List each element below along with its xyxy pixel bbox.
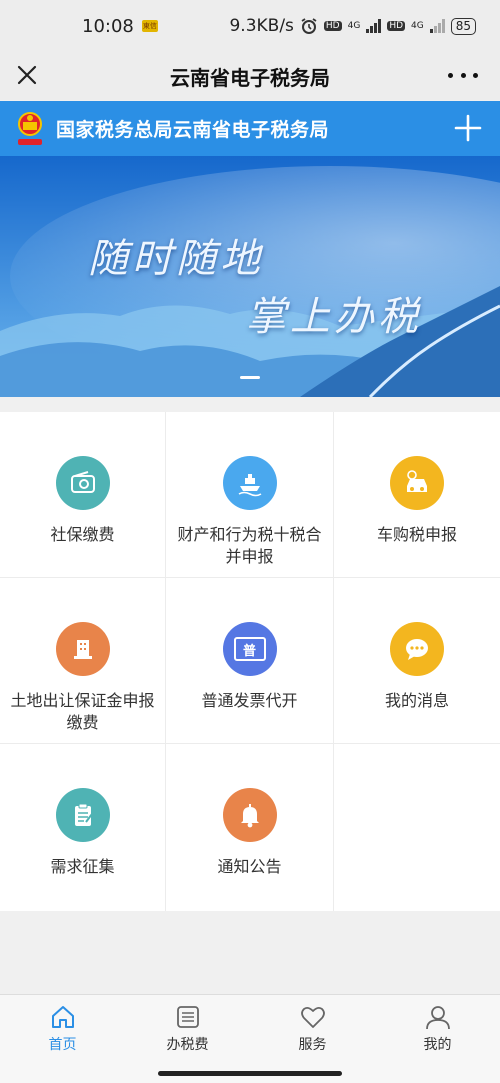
signal-icon-1 (366, 19, 382, 33)
network-speed: 9.3KB/s (229, 16, 294, 36)
nav-label: 首页 (48, 1037, 77, 1053)
home-indicator[interactable] (158, 1071, 342, 1076)
banner-slogan-line2: 掌上办税 (246, 294, 422, 340)
status-bar: 10:08 東信 9.3KB/s HD 4G HD 4G 85 (0, 0, 500, 52)
service-my-messages[interactable]: 我的消息 (334, 578, 500, 744)
hd-badge-2: HD (387, 21, 406, 31)
close-icon (17, 65, 37, 85)
service-notice[interactable]: 通知公告 (166, 744, 334, 911)
signal-icon-2 (429, 19, 445, 33)
more-dot-icon (460, 72, 466, 78)
add-button[interactable] (454, 114, 482, 142)
clipboard-icon (55, 788, 110, 842)
service-label: 车购税申报 (376, 525, 457, 544)
service-social-insurance[interactable]: 社保缴费 (0, 412, 166, 578)
nav-label: 我的 (423, 1037, 452, 1053)
service-label: 财产和行为税十税合并申报 (177, 525, 322, 566)
car-icon (390, 456, 444, 510)
bell-icon (222, 788, 277, 842)
service-label: 土地出让保证金申报缴费 (10, 691, 155, 732)
nav-service[interactable]: 服务 (250, 995, 375, 1083)
invoice-icon-text: 普 (233, 637, 266, 661)
list-icon (176, 1006, 199, 1028)
alarm-icon (301, 18, 317, 34)
building-icon (55, 622, 110, 676)
title-bar: 云南省电子税务局 (0, 52, 500, 100)
ship-icon (222, 456, 277, 510)
service-grid: 社保缴费 财产和行为税十税合并申报 车购税申报 土地出让保证金申报缴费 普 普通… (0, 412, 500, 911)
hd-badge-1: HD (323, 21, 342, 31)
app-header: 国家税务总局云南省电子税务局 (0, 101, 500, 156)
home-icon (51, 1006, 74, 1028)
battery-icon: 85 (450, 17, 476, 35)
wallet-icon (55, 456, 110, 510)
service-label: 我的消息 (384, 691, 449, 710)
chat-icon (390, 622, 444, 676)
service-vehicle-tax[interactable]: 车购税申报 (334, 412, 500, 578)
service-invoice-issue[interactable]: 普 普通发票代开 (166, 578, 334, 744)
close-button[interactable] (14, 62, 40, 88)
service-label: 社保缴费 (50, 525, 115, 544)
page-title: 云南省电子税务局 (170, 65, 330, 90)
carousel-indicator[interactable] (240, 376, 260, 379)
service-land-deposit[interactable]: 土地出让保证金申报缴费 (0, 578, 166, 744)
empty-cell (334, 744, 500, 911)
user-icon (425, 1006, 450, 1030)
heart-icon (300, 1006, 325, 1028)
network-type-2: 4G (411, 21, 424, 31)
more-button[interactable] (448, 62, 478, 88)
service-label: 通知公告 (217, 857, 282, 876)
clock: 10:08 (82, 15, 134, 37)
more-dot-icon (473, 72, 478, 78)
nav-label: 办税费 (166, 1037, 209, 1053)
nav-label: 服务 (298, 1037, 327, 1053)
tax-emblem-logo (14, 110, 46, 148)
banner-carousel[interactable]: 随时随地 掌上办税 (0, 156, 500, 397)
nav-tax-handling[interactable]: 办税费 (125, 995, 250, 1083)
app-header-title: 国家税务总局云南省电子税务局 (56, 119, 330, 141)
invoice-icon: 普 (222, 622, 277, 676)
service-requirement-collection[interactable]: 需求征集 (0, 744, 166, 911)
service-property-tax[interactable]: 财产和行为税十税合并申报 (166, 412, 334, 578)
banner-slogan-line1: 随时随地 (88, 236, 264, 282)
service-label: 需求征集 (50, 857, 115, 876)
sim-icon: 東信 (141, 20, 158, 32)
nav-mine[interactable]: 我的 (375, 995, 500, 1083)
bottom-nav: 首页 办税费 服务 我的 (0, 994, 500, 1083)
network-type-1: 4G (347, 21, 361, 31)
service-label: 普通发票代开 (201, 691, 298, 710)
nav-home[interactable]: 首页 (0, 995, 125, 1083)
plus-icon (454, 114, 482, 142)
more-dot-icon (448, 72, 453, 78)
